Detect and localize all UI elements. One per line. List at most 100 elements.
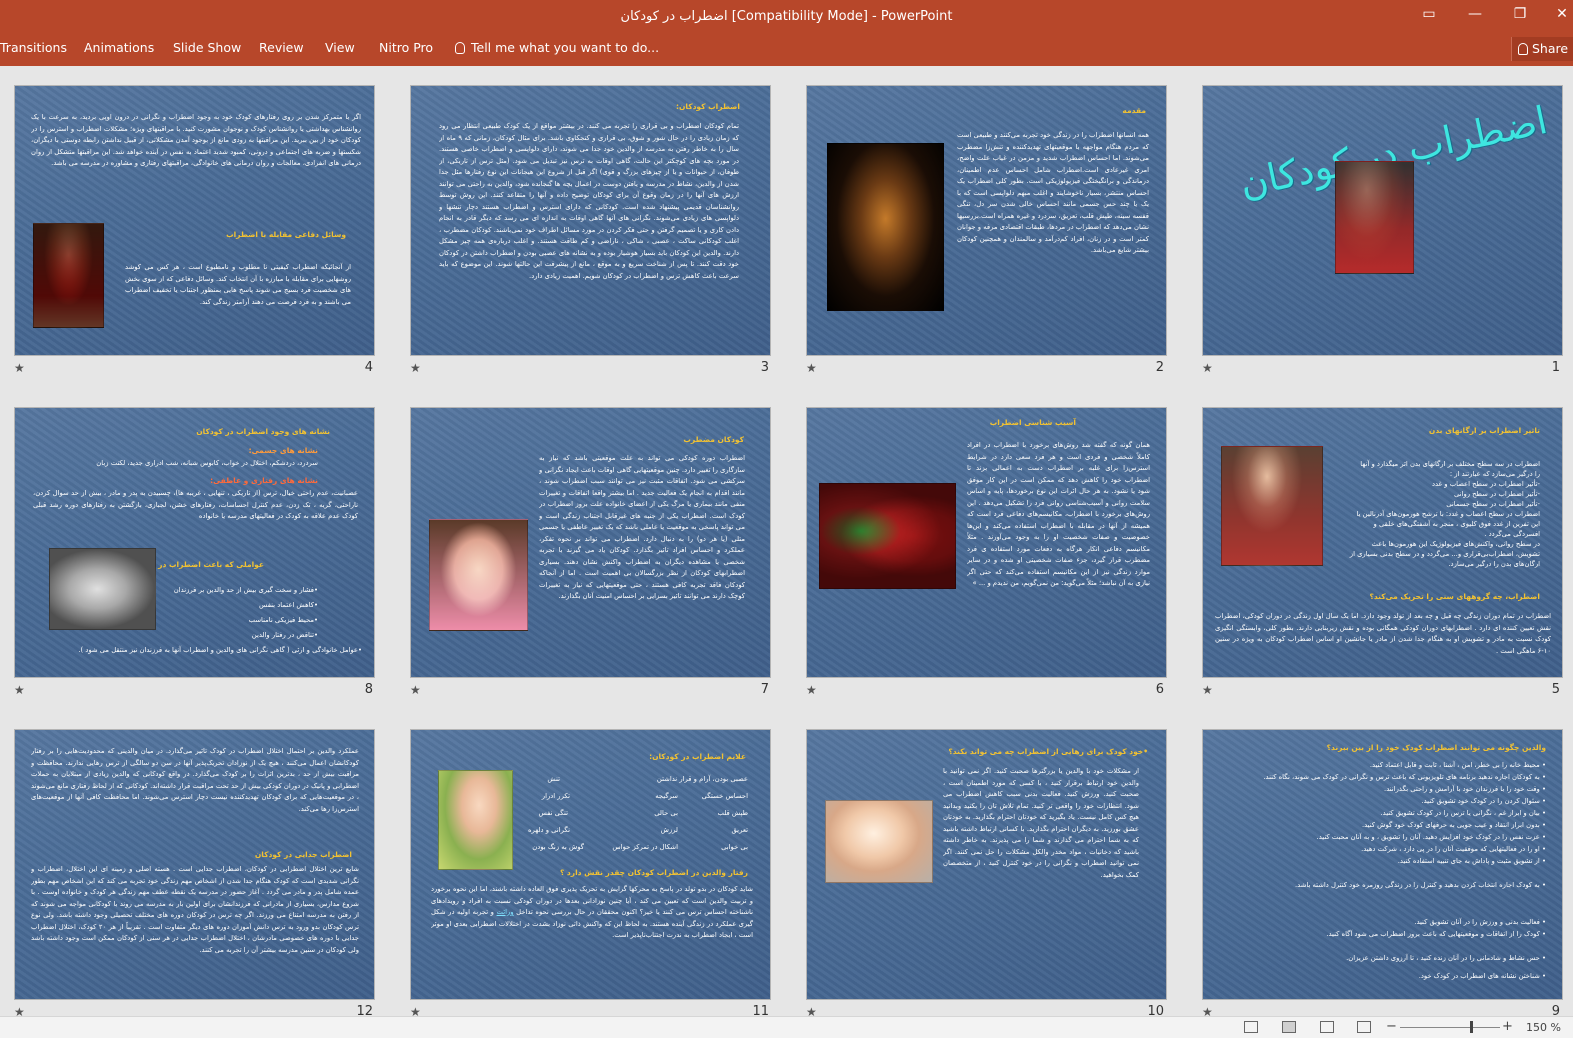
slide-9-item: • وقت خود را با فرزندان خود با آرامش و ر… xyxy=(1384,785,1546,793)
slide-11-symptom: گوش به زنگ بودن xyxy=(532,843,584,851)
tab-nitro-pro[interactable]: Nitro Pro xyxy=(379,40,433,55)
zoom-slider-thumb[interactable] xyxy=(1470,1021,1473,1033)
tab-view[interactable]: View xyxy=(325,40,355,55)
restore-icon[interactable]: ❐ xyxy=(1509,6,1531,22)
slide-thumbnail-9[interactable]: والدین چگونه می توانند اضطراب کودک خود ر… xyxy=(1202,729,1563,1000)
tab-animations[interactable]: Animations xyxy=(84,40,154,55)
slide-thumbnail-5[interactable]: تاثیر اضطراب بر ارگانهای بدن اضطراب در س… xyxy=(1202,407,1563,678)
slide-11-image xyxy=(438,770,513,870)
slide-5-line: این تفرین از غدد فوق کلیوی ، منجر به آشف… xyxy=(1373,520,1540,528)
slide-4-transition-star-icon: ★ xyxy=(14,361,25,375)
slide-12-transition-star-icon: ★ xyxy=(14,1005,25,1016)
slide-9-item: • بدون ابراز انتقاد و عیب جویی به حرفهای… xyxy=(1361,821,1546,829)
zoom-level[interactable]: 150 % xyxy=(1526,1021,1561,1034)
slide-thumbnail-4[interactable]: اگر با متمرکز شدن بر روی رفتارهای کودک خ… xyxy=(14,85,375,356)
slide-number-11: 11 xyxy=(752,1004,769,1016)
slide-7-text: اضطراب دوره کودکی می تواند به علت موقعیت… xyxy=(539,454,745,600)
zoom-out-button[interactable]: − xyxy=(1386,1019,1397,1034)
slide-7-image xyxy=(429,519,528,631)
slide-thumbnail-11[interactable]: علایم اضطراب در کودکان: تنش عصبی بودن، آ… xyxy=(410,729,771,1000)
slide-2-image xyxy=(827,143,944,311)
slide-number-10: 10 xyxy=(1147,1004,1164,1016)
person-icon xyxy=(1518,43,1528,55)
slide-5-line: تشویش، اضطراب‌بی‌قراری و... می‌گردد و در… xyxy=(1349,550,1540,558)
slide-11-symptom: تعریق xyxy=(731,826,748,834)
slide-sorter: اضطراب در کودکان مقدمه همه انسانها اضطرا… xyxy=(0,66,1573,1016)
slide-12-text-2: شایع ترین اختلال اضطرابی در کودکان، اضطر… xyxy=(31,865,359,954)
slide-thumbnail-12[interactable]: عملکرد والدین بر احتمال اختلال اضطراب در… xyxy=(14,729,375,1000)
slide-11-symptom: لرزش xyxy=(660,826,678,834)
slide-9-item: • فعالیت بدنی و ورزش را در آنان تشویق کن… xyxy=(1414,918,1546,926)
slide-1-transition-star-icon: ★ xyxy=(1202,361,1213,375)
lightbulb-icon xyxy=(455,42,465,54)
slide-9-item: • سئوال کردن را در کودک خود تشویق کنید. xyxy=(1421,797,1546,805)
ribbon-display-icon[interactable]: ▭ xyxy=(1418,6,1440,22)
slide-thumbnail-7[interactable]: کودکان مضطرب اضطراب دوره کودکی می تواند … xyxy=(410,407,771,678)
slide-8-sub-behavior: نشانه های رفتاری و عاطفی: xyxy=(210,476,318,485)
slide-10-transition-star-icon: ★ xyxy=(806,1005,817,1016)
slide-10-heading: •خود کودک برای رهایی از اضطراب چه می توا… xyxy=(948,747,1148,756)
slide-11-heading: علایم اضطراب در کودکان: xyxy=(649,752,746,761)
minimize-icon[interactable]: — xyxy=(1464,6,1486,22)
slide-thumbnail-6[interactable]: آسیب شناسی اضطراب همان گونه که گفته شد ر… xyxy=(806,407,1167,678)
slide-sorter-icon[interactable] xyxy=(1282,1021,1296,1033)
slide-8-text-behavior: عصبانیت، عدم راحتی خیال، ترس (از تاریکی … xyxy=(33,489,358,520)
slide-9-item: • شناختن نشانه های اضطراب در کودک خود. xyxy=(1418,972,1546,980)
slide-5-line: ارگان‌های بدن را درگیر می‌سازد. xyxy=(1448,560,1540,568)
slide-number-1: 1 xyxy=(1551,360,1560,375)
slide-3-text: تمام کودکان اضطراب و بی قراری را تجربه م… xyxy=(439,122,739,280)
slide-thumbnail-2[interactable]: مقدمه همه انسانها اضطراب را در زندگی خود… xyxy=(806,85,1167,356)
slide-show-icon[interactable] xyxy=(1357,1021,1371,1033)
slide-8-cause-item: •تناقض در رفتار والدین xyxy=(251,631,318,639)
slide-number-7: 7 xyxy=(760,682,769,697)
slide-number-4: 4 xyxy=(364,360,373,375)
window-title: اضطراب در کودکان [Compatibility Mode] - … xyxy=(620,9,953,24)
slide-1-image xyxy=(1335,161,1414,274)
slide-5-line: در سطح روانی، واکنش‌های فیزیولوژیک این ه… xyxy=(1371,540,1540,548)
slide-9-item: • از تشویق مثبت و پاداش به جای تنبیه است… xyxy=(1397,857,1546,865)
slide-9-transition-star-icon: ★ xyxy=(1202,1005,1213,1016)
slide-4-image xyxy=(33,223,104,328)
tab-slide-show[interactable]: Slide Show xyxy=(173,40,241,55)
status-bar: − + 150 % xyxy=(0,1016,1573,1038)
zoom-in-button[interactable]: + xyxy=(1502,1019,1513,1034)
slide-11-symptom: تنگی نفس xyxy=(538,809,568,817)
slide-5-line: -تأثیر اضطراب در سطح روانی xyxy=(1454,490,1540,498)
slide-11-symptom: احساس خستگی xyxy=(701,792,748,800)
slide-10-image xyxy=(825,800,933,883)
slide-3-heading: اضطراب کودکان: xyxy=(676,102,740,111)
zoom-slider-track[interactable] xyxy=(1400,1027,1500,1028)
slide-thumbnail-10[interactable]: •خود کودک برای رهایی از اضطراب چه می توا… xyxy=(806,729,1167,1000)
slide-5-line: -تأثیر اضطراب در سطح اعصاب و غدد xyxy=(1431,480,1540,488)
slide-4-text-2: از آنجائیکه اضطراب کیفیتی نا مطلوب و نام… xyxy=(125,263,351,306)
slide-11-symptom: بی حالی xyxy=(654,809,678,817)
slide-11-symptom: نگرانی و دلهره xyxy=(528,826,570,834)
normal-view-icon[interactable] xyxy=(1244,1021,1258,1033)
slide-thumbnail-3[interactable]: اضطراب کودکان: تمام کودکان اضطراب و بی ق… xyxy=(410,85,771,356)
tab-review[interactable]: Review xyxy=(259,40,304,55)
slide-11-symptom: تکرر ادرار xyxy=(541,792,570,800)
slide-5-line: اضطراب در سطح اعصاب و غدد: با ترشح هورمو… xyxy=(1356,510,1540,518)
slide-thumbnail-1[interactable]: اضطراب در کودکان xyxy=(1202,85,1563,356)
reading-view-icon[interactable] xyxy=(1320,1021,1334,1033)
slide-9-item: • او را در فعالیتهایی که موفقیت آنان را … xyxy=(1361,845,1546,853)
slide-thumbnail-8[interactable]: نشانه های وجود اضطراب در کودکان نشانه ها… xyxy=(14,407,375,678)
share-button[interactable]: Share xyxy=(1511,37,1573,61)
slide-8-cause-item: •عوامل خانوادگی و ارثی ( گاهی نگرانی های… xyxy=(78,646,362,654)
slide-number-9: 9 xyxy=(1551,1004,1560,1016)
slide-9-item: • محیط خانه را بی خطر، امن ، آشنا ، ثابت… xyxy=(1369,761,1546,769)
slide-9-item: • کودک را از اتفاقات و موقعیتهایی که باع… xyxy=(1326,930,1546,938)
title-bar: اضطراب در کودکان [Compatibility Mode] - … xyxy=(0,0,1573,34)
slide-11-link-heredity[interactable]: وراثت xyxy=(497,908,514,916)
slide-8-cause-item: •فشار و سخت گیری بیش از حد والدین بر فرز… xyxy=(173,586,318,594)
close-icon[interactable]: ✕ xyxy=(1551,6,1573,22)
slide-9-item: • عزت نفس را در کودک خود افزایش دهید. آن… xyxy=(1316,833,1546,841)
slide-number-8: 8 xyxy=(364,682,373,697)
slide-11-symptom: طپش قلب xyxy=(717,809,748,817)
slide-11-heading-2: رفتار والدین در اضطراب کودکان چقدر نقش د… xyxy=(559,868,748,877)
tab-transitions[interactable]: Transitions xyxy=(0,40,67,55)
tell-me-label: Tell me what you want to do... xyxy=(471,40,660,55)
slide-9-item: • بیان و ابراز غم ، نگرانی یا ترس را در … xyxy=(1380,809,1546,817)
tell-me-search[interactable]: Tell me what you want to do... xyxy=(455,40,659,55)
slide-6-heading: آسیب شناسی اضطراب xyxy=(989,418,1076,427)
